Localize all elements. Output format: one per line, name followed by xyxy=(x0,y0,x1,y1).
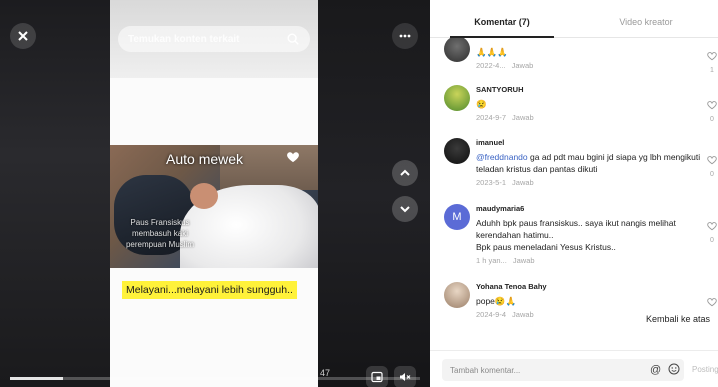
avatar[interactable] xyxy=(444,38,470,62)
video-progress-bar[interactable] xyxy=(10,377,420,380)
video-subtitle-overlay: Paus Fransiskus membasuh kaki perempuan … xyxy=(125,218,195,249)
video-caption: Melayani...melayani lebih sungguh.. xyxy=(122,281,297,299)
comment-meta: 2023-5-1 Jawab xyxy=(476,178,706,187)
heart-icon xyxy=(287,152,299,163)
heart-outline-icon xyxy=(707,222,717,231)
like-count: 0 xyxy=(710,171,714,178)
related-search-bar[interactable]: Temukan konten terkait xyxy=(118,26,310,52)
like-button[interactable]: 0 xyxy=(706,218,718,245)
search-icon[interactable] xyxy=(286,32,300,46)
comment-meta: 1 h yan... Jawab xyxy=(476,256,706,265)
next-video-button[interactable] xyxy=(392,196,418,222)
comment-username[interactable]: imanuel xyxy=(476,138,706,147)
comment-text: Aduhh bpk paus fransiskus.. saya ikut na… xyxy=(476,218,676,252)
reply-button[interactable]: Jawab xyxy=(512,310,534,319)
comment-meta: 2024-9-7 Jawab xyxy=(476,113,706,122)
video-player: Temukan konten terkait Auto mewek Paus F… xyxy=(0,0,430,387)
comment-list: 🙏🙏🙏 2022-4... Jawab 1 SANTYORUH 😢 2024-9-… xyxy=(430,38,718,350)
reply-button[interactable]: Jawab xyxy=(512,113,534,122)
figure-head xyxy=(190,183,218,209)
avatar[interactable]: M xyxy=(444,204,470,230)
close-icon xyxy=(18,31,28,41)
like-button[interactable] xyxy=(706,294,718,312)
comment-date: 2022-4... xyxy=(476,61,506,70)
reply-button[interactable]: Jawab xyxy=(512,61,534,70)
comment-mention[interactable]: @freddnando xyxy=(476,152,528,162)
comment-date: 2024-9-7 xyxy=(476,113,507,122)
mention-icon[interactable]: @ xyxy=(650,364,661,376)
video-frame[interactable]: Temukan konten terkait Auto mewek Paus F… xyxy=(110,0,318,387)
like-button[interactable]: 0 xyxy=(706,152,718,179)
more-icon xyxy=(399,34,411,38)
tab-comments[interactable]: Komentar (7) xyxy=(430,12,574,38)
reply-button[interactable]: Jawab xyxy=(512,178,534,187)
panel-tabs: Komentar (7) Video kreator xyxy=(430,12,718,38)
back-to-top-button[interactable]: Kembali ke atas xyxy=(646,314,710,324)
comment-text: 🙏🙏🙏 xyxy=(476,47,508,57)
like-count: 0 xyxy=(710,116,714,123)
tab-creator-videos[interactable]: Video kreator xyxy=(574,12,718,37)
comments-panel: Komentar (7) Video kreator 🙏🙏🙏 2022-4...… xyxy=(430,0,718,387)
reply-button[interactable]: Jawab xyxy=(513,256,535,265)
comment-date: 2024-9-4 xyxy=(476,310,507,319)
avatar[interactable] xyxy=(444,85,470,111)
chevron-down-icon xyxy=(400,206,410,213)
comment-username[interactable]: maudymaria6 xyxy=(476,204,706,213)
avatar[interactable] xyxy=(444,138,470,164)
add-comment-input[interactable] xyxy=(442,359,684,381)
heart-outline-icon xyxy=(707,298,717,307)
blurred-background-left xyxy=(0,0,110,387)
heart-outline-icon xyxy=(707,101,717,110)
like-button[interactable]: 0 xyxy=(706,97,718,124)
previous-video-button[interactable] xyxy=(392,160,418,186)
emoji-icon[interactable] xyxy=(668,363,680,375)
comment-date: 2023-5-1 xyxy=(476,178,507,187)
related-search-placeholder: Temukan konten terkait xyxy=(128,33,240,45)
comment-text: 😢 xyxy=(476,99,487,109)
comment-composer: @ Posting xyxy=(430,350,718,387)
heart-outline-icon xyxy=(707,156,717,165)
blurred-background-right xyxy=(318,0,430,387)
comment-meta: 2022-4... Jawab xyxy=(476,61,706,70)
like-count: 0 xyxy=(710,237,714,244)
comment-date: 1 h yan... xyxy=(476,256,507,265)
video-progress-fill xyxy=(10,377,64,380)
comment-username[interactable]: SANTYORUH xyxy=(476,85,706,94)
more-options-button[interactable] xyxy=(392,23,418,49)
video-still: Auto mewek Paus Fransiskus membasuh kaki… xyxy=(110,145,318,268)
like-button[interactable]: 1 xyxy=(706,48,718,75)
chevron-up-icon xyxy=(400,169,410,176)
like-count: 1 xyxy=(710,67,714,74)
video-title-overlay: Auto mewek xyxy=(166,151,244,167)
avatar[interactable] xyxy=(444,282,470,308)
post-button[interactable]: Posting xyxy=(692,365,718,374)
avatar-letter: M xyxy=(452,211,462,223)
comment-username[interactable]: Yohana Tenoa Bahy xyxy=(476,282,706,291)
comment-text: pope😢🙏 xyxy=(476,296,517,306)
comment-text: @freddnando ga ad pdt mau bgini jd siapa… xyxy=(476,151,706,175)
heart-outline-icon xyxy=(707,52,717,61)
close-button[interactable] xyxy=(10,23,36,49)
